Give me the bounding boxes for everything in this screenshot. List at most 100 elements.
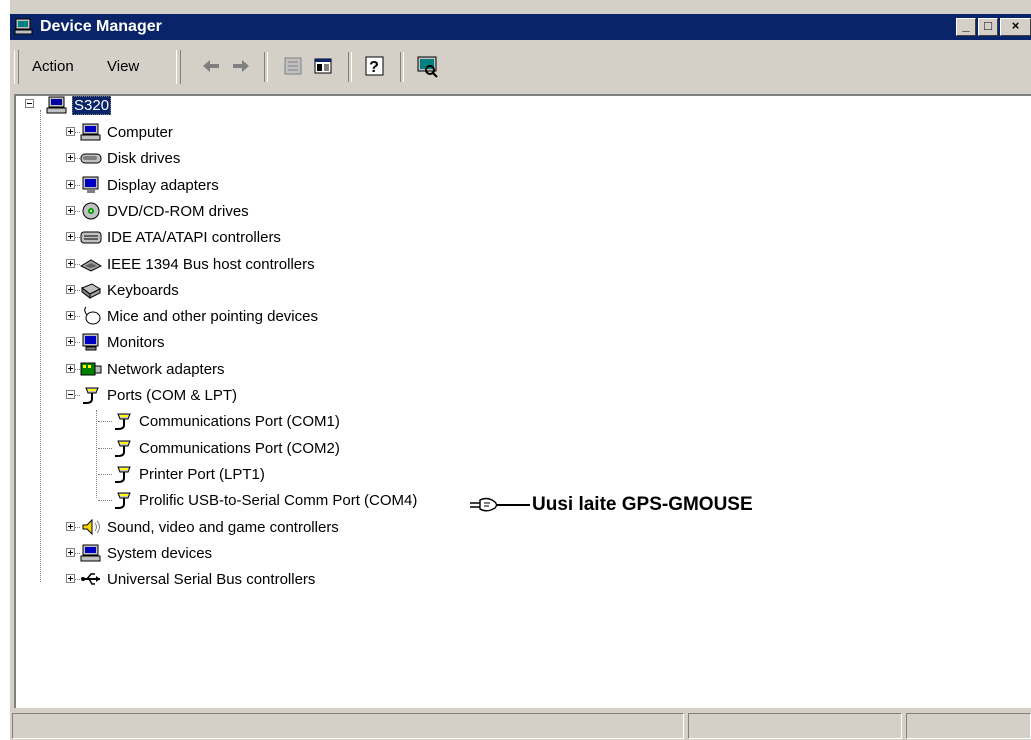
tree-root-label: S320 bbox=[72, 95, 112, 115]
expand-toggle[interactable] bbox=[66, 285, 75, 294]
tree-line bbox=[98, 474, 112, 475]
device-manager-icon bbox=[14, 18, 33, 35]
toolbar-separator bbox=[348, 52, 352, 82]
tree-category[interactable]: Mice and other pointing devices bbox=[80, 305, 319, 327]
tree-category[interactable]: Sound, video and game controllers bbox=[80, 516, 340, 538]
expand-toggle[interactable] bbox=[66, 311, 75, 320]
tree-category[interactable]: System devices bbox=[80, 542, 213, 564]
tree-item-label: System devices bbox=[107, 544, 213, 562]
tree-line bbox=[98, 421, 112, 422]
port-icon bbox=[83, 387, 99, 404]
mouse-icon bbox=[84, 306, 101, 325]
toolbar-separator bbox=[400, 52, 404, 82]
tree-item-label: Network adapters bbox=[107, 360, 225, 378]
keyboard-icon bbox=[80, 283, 102, 299]
minimize-button[interactable]: _ bbox=[956, 18, 976, 36]
scan-hardware-icon[interactable] bbox=[414, 53, 440, 79]
tree-line bbox=[98, 500, 112, 501]
expand-toggle[interactable] bbox=[66, 232, 75, 241]
close-button[interactable]: × bbox=[1000, 18, 1031, 36]
expand-toggle[interactable] bbox=[66, 574, 75, 583]
expand-toggle[interactable] bbox=[66, 259, 75, 268]
ieee1394-icon bbox=[80, 259, 102, 272]
tree-category[interactable]: Display adapters bbox=[80, 174, 220, 196]
status-panel-main bbox=[12, 713, 684, 739]
action-menu[interactable]: Action bbox=[32, 58, 74, 75]
tree-device[interactable]: Communications Port (COM2) bbox=[112, 437, 341, 459]
expand-toggle[interactable] bbox=[66, 206, 75, 215]
menu-toolbar: Action View ? bbox=[10, 44, 1031, 90]
status-bar bbox=[10, 710, 1031, 740]
tree-item-label: IDE ATA/ATAPI controllers bbox=[107, 228, 281, 246]
tree-device[interactable]: Communications Port (COM1) bbox=[112, 410, 341, 432]
tree-item-label: Sound, video and game controllers bbox=[107, 518, 339, 536]
device-manager-window: Device Manager _ □ × Action View ? S320 … bbox=[0, 0, 1031, 740]
svg-text:?: ? bbox=[369, 59, 379, 76]
status-panel-3 bbox=[906, 713, 1031, 739]
root-collapse-toggle[interactable] bbox=[25, 99, 34, 108]
tree-item-label: Printer Port (LPT1) bbox=[139, 465, 265, 483]
status-panel-2 bbox=[688, 713, 902, 739]
tree-category[interactable]: DVD/CD-ROM drives bbox=[80, 200, 250, 222]
tree-device[interactable]: Printer Port (LPT1) bbox=[112, 463, 266, 485]
tree-category[interactable]: Ports (COM & LPT) bbox=[80, 384, 238, 406]
expand-toggle[interactable] bbox=[66, 153, 75, 162]
expand-toggle[interactable] bbox=[66, 522, 75, 531]
tree-category[interactable]: Disk drives bbox=[80, 147, 181, 169]
annotation-text: Uusi laite GPS-GMOUSE bbox=[532, 494, 753, 515]
tree-item-label: Display adapters bbox=[107, 176, 219, 194]
toolbar-grip[interactable] bbox=[176, 50, 181, 84]
system-devices-icon bbox=[80, 544, 101, 562]
properties-icon[interactable] bbox=[280, 53, 306, 79]
tree-category[interactable]: Network adapters bbox=[80, 358, 226, 380]
computer-icon bbox=[46, 96, 67, 114]
tree-line bbox=[40, 110, 41, 582]
tree-category[interactable]: Computer bbox=[80, 121, 174, 143]
tree-category[interactable]: IDE ATA/ATAPI controllers bbox=[80, 226, 282, 248]
tree-item-label: Monitors bbox=[107, 333, 165, 351]
help-icon[interactable]: ? bbox=[362, 53, 388, 79]
title-bar[interactable]: Device Manager _ □ × bbox=[10, 14, 1031, 40]
show-hide-tree-icon[interactable] bbox=[310, 53, 336, 79]
tree-item-label: Communications Port (COM1) bbox=[139, 412, 340, 430]
port-icon bbox=[115, 413, 131, 430]
sound-icon bbox=[82, 518, 100, 536]
port-icon bbox=[115, 440, 131, 457]
maximize-button[interactable]: □ bbox=[978, 18, 998, 36]
cdrom-icon bbox=[82, 202, 100, 220]
tree-item-label: Keyboards bbox=[107, 281, 179, 299]
tree-item-label: DVD/CD-ROM drives bbox=[107, 202, 249, 220]
display-adapter-icon bbox=[82, 176, 99, 193]
tree-item-label: Computer bbox=[107, 123, 173, 141]
pointing-hand-icon bbox=[470, 497, 530, 512]
computer-icon bbox=[80, 123, 101, 141]
ide-controller-icon bbox=[80, 231, 102, 244]
port-icon bbox=[115, 492, 131, 509]
tree-item-label: Ports (COM & LPT) bbox=[107, 386, 238, 404]
annotation-callout: Uusi laite GPS-GMOUSE bbox=[468, 494, 753, 516]
expand-toggle[interactable] bbox=[66, 390, 75, 399]
expand-toggle[interactable] bbox=[66, 337, 75, 346]
tree-category[interactable]: Keyboards bbox=[80, 279, 180, 301]
view-menu[interactable]: View bbox=[107, 58, 139, 75]
forward-arrow-icon[interactable] bbox=[228, 53, 254, 79]
expand-toggle[interactable] bbox=[66, 127, 75, 136]
tree-item-label: Mice and other pointing devices bbox=[107, 307, 318, 325]
tree-item-label: Communications Port (COM2) bbox=[139, 439, 340, 457]
tree-item-label: Prolific USB-to-Serial Comm Port (COM4) bbox=[139, 491, 418, 509]
tree-item-label: Universal Serial Bus controllers bbox=[107, 570, 316, 588]
expand-toggle[interactable] bbox=[66, 548, 75, 557]
toolbar-separator bbox=[264, 52, 268, 82]
desktop-edge bbox=[0, 0, 10, 740]
expand-toggle[interactable] bbox=[66, 364, 75, 373]
tree-device[interactable]: Prolific USB-to-Serial Comm Port (COM4) bbox=[112, 489, 418, 511]
tree-line bbox=[98, 448, 112, 449]
expand-toggle[interactable] bbox=[66, 180, 75, 189]
tree-category[interactable]: Universal Serial Bus controllers bbox=[80, 568, 316, 590]
menu-grip[interactable] bbox=[14, 50, 19, 84]
tree-root[interactable]: S320 bbox=[46, 94, 112, 116]
back-arrow-icon[interactable] bbox=[198, 53, 224, 79]
tree-category[interactable]: IEEE 1394 Bus host controllers bbox=[80, 253, 316, 275]
tree-category[interactable]: Monitors bbox=[80, 331, 166, 353]
network-adapter-icon bbox=[80, 362, 102, 376]
